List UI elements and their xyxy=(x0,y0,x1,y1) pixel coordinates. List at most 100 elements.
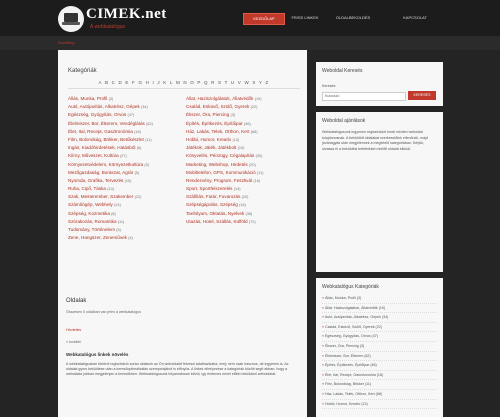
sidebar-category-item[interactable]: » Élet, Ital, Recept, Gasztronómia (18) xyxy=(322,371,437,381)
category-name: Állat, Haziszolgálatok, Állatvédők xyxy=(186,96,254,101)
category-count: (20) xyxy=(249,162,256,167)
sidebar-category-item[interactable]: » Egészség, Gyógyítás, Orvos (47) xyxy=(322,332,437,342)
sidebar-category-label: Család, Esküvő, Szülő, Gyerek (22) xyxy=(325,324,382,329)
category-count: (62) xyxy=(146,121,153,126)
nav-contact[interactable]: KAPCSOLAT xyxy=(392,13,438,23)
sidebar-category-item[interactable]: » Film, Bolondság, Brikker (11) xyxy=(322,380,437,390)
category-link[interactable]: Tudomány, Történelem (5) xyxy=(68,227,182,235)
alphabet-index[interactable]: A B C D E F G H I J K L M N O P Q R S T … xyxy=(68,80,300,85)
category-count: (11) xyxy=(117,219,125,224)
category-name: Építés, Építkezés, Építőipar xyxy=(186,120,243,126)
category-link[interactable]: Ház, Lakás, Telek, Otthon, Kert (68) xyxy=(186,129,300,137)
main-panel: Kategóriák A B C D E F G H I J K L M N O… xyxy=(58,50,307,417)
category-name: Hobbi, Humor, Kreatív xyxy=(186,136,232,142)
category-name: Szépségápolás, Szépség xyxy=(186,202,238,208)
sidebar-category-item[interactable]: » Autó, Autójavítás, Alkatrész, Gépek (3… xyxy=(322,313,437,323)
sidebar-category-item[interactable]: » Állat, Haziszolgálatok, Állatvédők (19… xyxy=(322,304,437,314)
sidebar-category-item[interactable]: » Ékszer, Óra, Piercing (3) xyxy=(322,342,437,352)
category-link[interactable]: Számítógép, Webhely (24) xyxy=(68,202,182,210)
category-link[interactable]: Állat, Haziszolgálatok, Állatvédők (19) xyxy=(186,96,300,104)
category-link[interactable]: Nyomda, Grafika, Tervezés (15) xyxy=(68,178,182,186)
pages-title: Oldalak xyxy=(66,298,87,304)
category-count: (9) xyxy=(144,162,149,167)
category-link[interactable]: Mobiltelefon, GPS, Kommunikáció (11) xyxy=(186,170,300,178)
category-link[interactable]: Rendezvény, Program, Fesztivál (16) xyxy=(186,178,300,186)
site-subtitle: A webkatalógus xyxy=(90,24,126,30)
category-count: (13) xyxy=(232,137,240,142)
info-text: Webkatalógusunk ingyenes regisztrációt k… xyxy=(322,130,428,151)
sidebar-category-item[interactable]: » Építés, Építkezés, Építőipar (46) xyxy=(322,361,437,371)
search-panel: Weboldal Keresés Keresés: Kulcsszó KERES… xyxy=(316,62,443,106)
search-label: Keresés: xyxy=(322,84,337,88)
category-link[interactable]: Szállítás, Futár, Fuvarozás (20) xyxy=(186,194,300,202)
nav-submit-site[interactable]: OLDALBEKÜLDÉS xyxy=(328,13,378,23)
category-link[interactable]: Tanfolyam, Oktatás, Nyelvek (36) xyxy=(186,211,300,219)
category-link[interactable]: Egészség, Gyógyítás, Orvos (47) xyxy=(68,112,182,120)
category-count: (20) xyxy=(241,195,249,200)
category-name: Környezetvédelem, Környezetkultúra xyxy=(68,161,144,167)
search-input[interactable]: Kulcsszó xyxy=(322,92,406,101)
category-count: (18) xyxy=(134,129,141,134)
category-name: Szórakozás, Romantika xyxy=(68,218,117,224)
nav-home[interactable]: KEZDŐLAP xyxy=(243,13,285,25)
category-name: Család, Esküvő, Szülő, Gyerek xyxy=(186,104,250,110)
category-link[interactable]: Élet, Ital, Recept, Gasztronómia (18) xyxy=(68,129,182,137)
category-name: Számítógép, Webhely xyxy=(68,202,113,208)
category-link[interactable]: Ingás, Kiadóhirdetések, Hatásból (6) xyxy=(68,145,182,153)
ad-section-link[interactable]: Hírdetés xyxy=(66,327,298,332)
sidebar-category-item[interactable]: » Élelmiszer, Bor, Étterem (62) xyxy=(322,352,437,362)
sidebar-category-item[interactable]: » Hobbi, Humor, Kreatív (13) xyxy=(322,400,437,410)
category-count: (22) xyxy=(250,105,258,110)
pages-count-text: Összesen 0 oldalban van jelen a webkatal… xyxy=(66,310,141,314)
category-link[interactable]: Játékok, Játék, Játékbolt (10) xyxy=(186,145,300,153)
category-name: Autó, Autójavítás, Alkatrész, Gépek xyxy=(68,104,140,110)
category-link[interactable]: Állás, Munka, Profil (3) xyxy=(68,96,182,104)
sidebar-category-item[interactable]: » Család, Esküvő, Szülő, Gyerek (22) xyxy=(322,323,437,333)
category-link[interactable]: Zene, Hangszer, Zeneművek (4) xyxy=(68,235,182,243)
category-name: Nyomda, Grafika, Tervezés xyxy=(68,177,124,183)
category-link[interactable]: Szépségápolás, Szépség (16) xyxy=(186,202,300,210)
category-name: Mobiltelefon, GPS, Kommunikáció xyxy=(186,169,256,175)
category-count: (46) xyxy=(243,121,251,126)
category-link[interactable]: Építés, Építkezés, Építőipar (46) xyxy=(186,121,300,129)
category-link[interactable]: Utazás, Hotel, Szállás, Külföld (72) xyxy=(186,219,300,227)
category-link[interactable]: Ruha, Cipő, Táska (10) xyxy=(68,186,182,194)
search-title: Weboldal Keresés xyxy=(322,68,363,74)
article-title: Webkatalógus linkek növelés xyxy=(66,352,129,357)
category-name: Ház, Lakás, Telek, Otthon, Kert xyxy=(186,128,250,134)
sidebar-category-item[interactable]: » Állás, Munka, Profil (3) xyxy=(322,294,437,304)
category-link[interactable]: Marketing, Webshop, Hirdetés (20) xyxy=(186,162,300,170)
category-link[interactable]: Autó, Autójavítás, Alkatrész, Gépek (34) xyxy=(68,104,182,112)
category-link[interactable]: Szórakozás, Romantika (11) xyxy=(68,219,182,227)
category-name: Szak, Mesterember, Szakember xyxy=(68,194,134,200)
category-link[interactable]: Szépség, Kozmetika (8) xyxy=(68,211,182,219)
sidebar-category-item[interactable]: » Ház, Lakás, Telek, Otthon, Kert (68) xyxy=(322,390,437,400)
category-link[interactable]: Könyvelés, Pénzügy, Cégalapítás (30) xyxy=(186,153,300,161)
category-link[interactable]: Mezőgazdaság, Borászat, Agrár (5) xyxy=(68,170,182,178)
category-count: (15) xyxy=(124,178,132,183)
category-name: Mezőgazdaság, Borászat, Agrár xyxy=(68,169,134,175)
sidebar-category-label: Állat, Haziszolgálatok, Állatvédők (19) xyxy=(325,305,386,310)
category-link[interactable]: Sport, Sportfelszerelés (14) xyxy=(186,186,300,194)
category-link[interactable]: Élelmiszer, Bor, Étterem, Vendéglátás (6… xyxy=(68,121,182,129)
sidebar-category-label: Autó, Autójavítás, Alkatrész, Gépek (34) xyxy=(324,315,389,320)
category-count: (47) xyxy=(127,113,135,118)
category-name: Könyvelés, Pénzügy, Cégalapítás xyxy=(186,153,255,159)
category-list-title: Webkatalógus Kategóriák xyxy=(322,284,379,290)
category-link[interactable]: Szak, Mesterember, Szakember (22) xyxy=(68,194,182,202)
breadcrumb[interactable]: Kezdőlap xyxy=(58,40,75,45)
more-link[interactable]: » további xyxy=(66,340,298,344)
category-count: (11) xyxy=(256,170,264,175)
category-link[interactable]: Környezetvédelem, Környezetkultúra (9) xyxy=(68,162,182,170)
category-link[interactable]: Film, Bolondság, Brikker, Betűkészlet (1… xyxy=(68,137,182,145)
category-name: Ékszer, Óra, Piercing xyxy=(186,112,230,118)
site-title[interactable]: CIMEK.net xyxy=(86,6,167,23)
category-link[interactable]: Család, Esküvő, Szülő, Gyerek (22) xyxy=(186,104,300,112)
category-link[interactable]: Ékszer, Óra, Piercing (3) xyxy=(186,112,300,120)
category-link[interactable]: Hobbi, Humor, Kreatív (13) xyxy=(186,137,300,145)
search-button[interactable]: KERESÉS xyxy=(408,91,436,100)
category-link[interactable]: Kiírny, Műveszet, Kultúra (27) xyxy=(68,153,182,161)
nav-new-links[interactable]: FRISS LINKEK xyxy=(288,13,322,23)
category-count: (34) xyxy=(141,105,148,110)
logo-mark[interactable] xyxy=(58,6,84,32)
